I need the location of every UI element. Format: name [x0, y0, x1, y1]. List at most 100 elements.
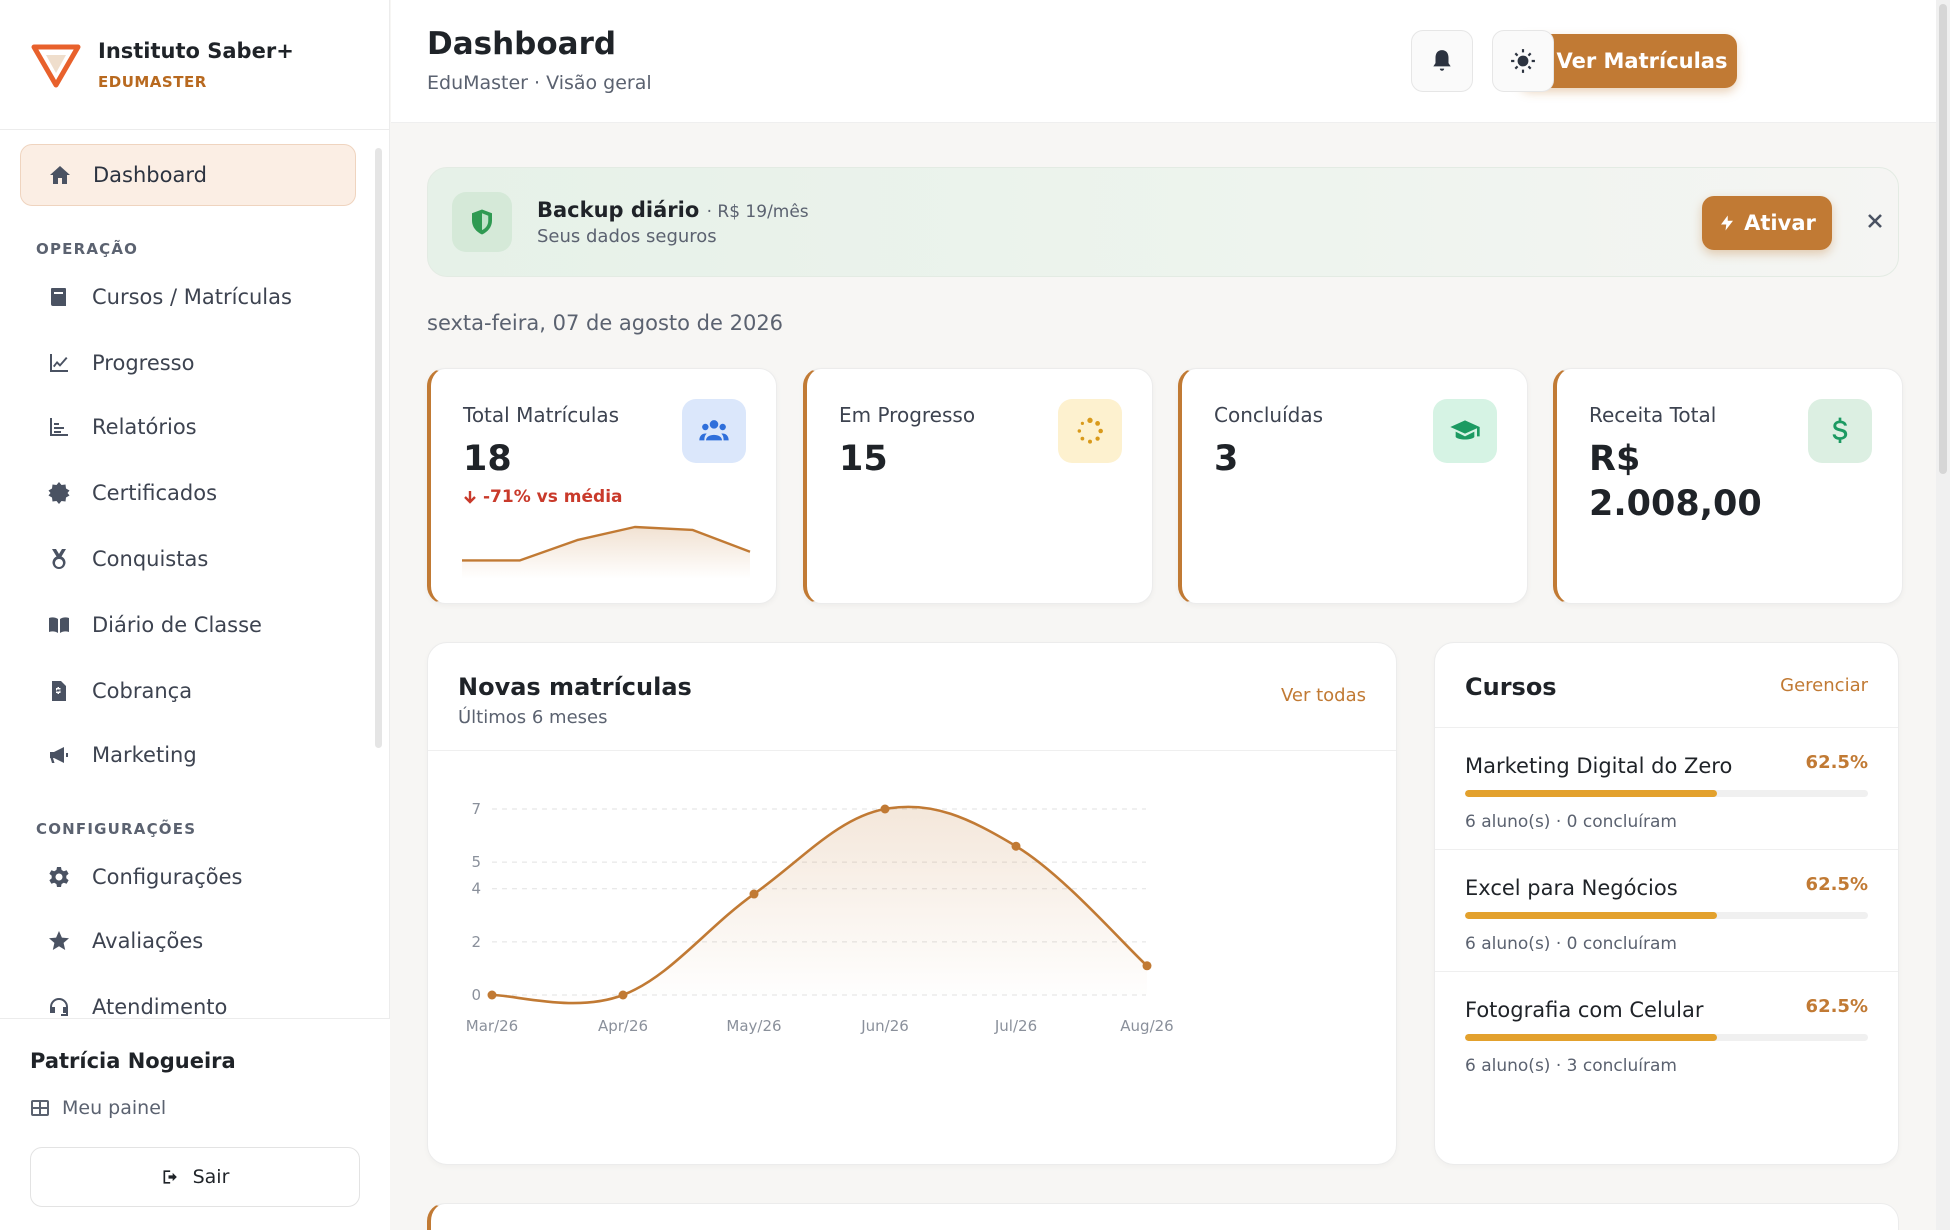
course-meta: 6 aluno(s) · 3 concluíram: [1465, 1056, 1677, 1076]
sidebar: Instituto Saber+ EDUMASTER Dashboard OPE…: [0, 0, 390, 1230]
brand-name: Instituto Saber+: [98, 38, 294, 63]
top-header: Dashboard EduMaster · Visão geral Ver Ma…: [391, 0, 1936, 123]
data-point[interactable]: [1011, 841, 1021, 851]
data-point[interactable]: [1142, 961, 1152, 971]
activate-button[interactable]: Ativar: [1702, 196, 1832, 250]
sidebar-item-relatorios[interactable]: Relatórios: [20, 396, 356, 458]
sidebar-item-avaliacoes[interactable]: Avaliações: [20, 910, 356, 972]
sidebar-item-label: Cobrança: [92, 679, 193, 703]
my-panel-label: Meu painel: [62, 1097, 167, 1119]
sidebar-item-label: Progresso: [92, 351, 195, 375]
shield-icon: [452, 192, 512, 252]
data-point[interactable]: [749, 889, 759, 899]
course-progress-bar: [1465, 790, 1868, 797]
x-tick-label: Jun/26: [860, 1017, 909, 1035]
page-scrollbar[interactable]: [1939, 4, 1947, 474]
medal-icon: [46, 546, 72, 572]
book-icon: [46, 284, 72, 310]
course-progress-fill: [1465, 790, 1717, 797]
section-configuracoes: CONFIGURAÇÕES: [36, 820, 197, 838]
stat-delta: -71% vs média: [463, 487, 623, 507]
sidebar-item-label: Diário de Classe: [92, 613, 262, 637]
section-operacao: OPERAÇÃO: [36, 240, 139, 258]
close-banner-button[interactable]: [1860, 206, 1890, 236]
stat-label: Receita Total: [1589, 403, 1717, 427]
page-title: Dashboard: [427, 26, 617, 62]
sidebar-item-atendimento[interactable]: Atendimento: [20, 976, 356, 1018]
gear-icon: [46, 864, 72, 890]
sidebar-item-conquistas[interactable]: Conquistas: [20, 528, 356, 590]
sidebar-item-cursos[interactable]: Cursos / Matrículas: [20, 266, 356, 328]
course-name: Marketing Digital do Zero: [1465, 754, 1733, 778]
stat-label: Concluídas: [1214, 403, 1324, 427]
stat-delta-text: -71% vs média: [483, 487, 623, 507]
manage-link[interactable]: Gerenciar: [1780, 675, 1868, 696]
bell-icon: [1433, 50, 1451, 71]
banner-price: · R$ 19/mês: [706, 202, 809, 222]
stat-card-revenue: Receita Total R$ 2.008,00: [1553, 368, 1903, 604]
sidebar-item-label: Dashboard: [93, 163, 207, 187]
home-icon: [47, 162, 73, 188]
line-chart-icon: [46, 350, 72, 376]
area-fill: [492, 806, 1147, 1004]
data-point[interactable]: [487, 990, 497, 1000]
current-date: sexta-feira, 07 de agosto de 2026: [427, 311, 784, 335]
sidebar-item-configuracoes[interactable]: Configurações: [20, 846, 356, 908]
certificate-icon: [46, 480, 72, 506]
course-row[interactable]: Fotografia com Celular 62.5% 6 aluno(s) …: [1435, 972, 1898, 1094]
y-tick-label: 7: [471, 800, 481, 818]
sidebar-item-label: Relatórios: [92, 415, 197, 439]
sidebar-item-cobranca[interactable]: Cobrança: [20, 660, 356, 722]
backup-banner: Backup diário · R$ 19/mês Seus dados seg…: [427, 167, 1899, 277]
sidebar-item-certificados[interactable]: Certificados: [20, 462, 356, 524]
sidebar-item-dashboard[interactable]: Dashboard: [20, 144, 356, 206]
course-row[interactable]: Marketing Digital do Zero 62.5% 6 aluno(…: [1435, 728, 1898, 850]
sidebar-footer: Patrícia Nogueira Meu painel Sair: [0, 1018, 390, 1230]
data-point[interactable]: [618, 990, 628, 1000]
sidebar-item-label: Marketing: [92, 743, 197, 767]
sidebar-item-label: Conquistas: [92, 547, 209, 571]
course-name: Excel para Negócios: [1465, 876, 1678, 900]
view-enrollments-label: Ver Matrículas: [1556, 49, 1728, 73]
user-name: Patrícia Nogueira: [30, 1049, 236, 1073]
sidebar-item-label: Atendimento: [92, 995, 228, 1018]
course-meta: 6 aluno(s) · 0 concluíram: [1465, 934, 1677, 954]
course-row[interactable]: Excel para Negócios 62.5% 6 aluno(s) · 0…: [1435, 850, 1898, 972]
stat-value: 15: [839, 439, 888, 479]
sidebar-item-label: Cursos / Matrículas: [92, 285, 292, 309]
headset-icon: [46, 994, 72, 1018]
banner-title: Backup diário · R$ 19/mês: [537, 198, 809, 222]
banner-subtitle: Seus dados seguros: [537, 226, 717, 247]
close-icon: [1868, 214, 1882, 228]
see-all-link[interactable]: Ver todas: [1281, 685, 1366, 706]
sidebar-item-diario[interactable]: Diário de Classe: [20, 594, 356, 656]
data-point[interactable]: [880, 804, 890, 814]
notifications-button[interactable]: [1411, 30, 1473, 92]
activate-label: Ativar: [1744, 211, 1816, 235]
course-name: Fotografia com Celular: [1465, 998, 1704, 1022]
logout-button[interactable]: Sair: [30, 1147, 360, 1207]
stat-value: 3: [1214, 439, 1239, 479]
dollar-icon: [1808, 399, 1872, 463]
course-percent: 62.5%: [1805, 996, 1868, 1017]
sidebar-item-marketing[interactable]: Marketing: [20, 724, 356, 786]
open-book-icon: [46, 612, 72, 638]
course-percent: 62.5%: [1805, 752, 1868, 773]
stat-card-completed: Concluídas 3: [1178, 368, 1528, 604]
sidebar-item-progresso[interactable]: Progresso: [20, 332, 356, 394]
logout-icon: [163, 1170, 177, 1184]
enrollments-panel: Novas matrículas Últimos 6 meses Ver tod…: [427, 642, 1397, 1165]
stat-label: Em Progresso: [839, 403, 976, 427]
x-tick-label: May/26: [726, 1017, 781, 1035]
sidebar-item-label: Certificados: [92, 481, 218, 505]
my-panel-link[interactable]: Meu painel: [30, 1097, 166, 1119]
stat-card-in-progress: Em Progresso 15: [803, 368, 1153, 604]
stat-card-total: Total Matrículas 18 -71% vs média: [427, 368, 777, 604]
theme-toggle-button[interactable]: [1492, 30, 1554, 92]
stat-label: Total Matrículas: [463, 403, 620, 427]
sidebar-scrollbar[interactable]: [375, 148, 382, 748]
course-progress-fill: [1465, 1034, 1717, 1041]
y-tick-label: 5: [471, 853, 481, 871]
y-tick-label: 4: [471, 880, 481, 898]
stat-value: R$ 2.008,00: [1589, 439, 1762, 524]
